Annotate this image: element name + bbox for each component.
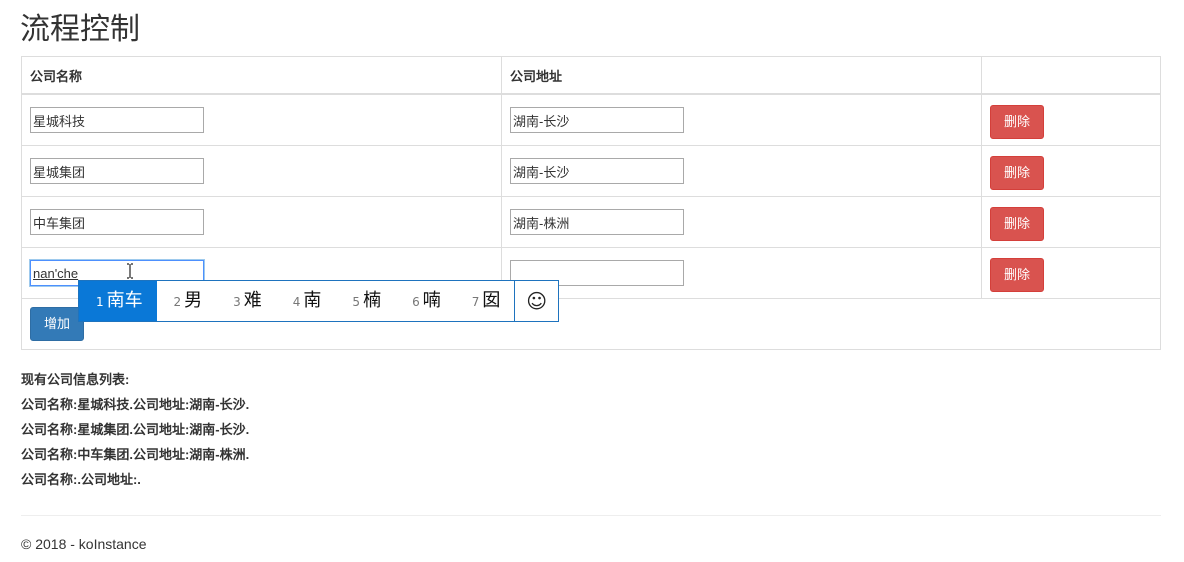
ime-candidate[interactable]: 6喃 — [395, 281, 455, 321]
company-address-input[interactable] — [510, 158, 684, 184]
ime-candidate-bar: 1 南车 2男 3难 4南 5楠 6喃 7囡 ☺ — [78, 280, 559, 322]
company-address-input[interactable] — [510, 107, 684, 133]
emoji-icon[interactable]: ☺ — [514, 281, 558, 321]
footer-copyright: © 2018 - koInstance — [21, 536, 147, 552]
name-cell — [21, 196, 502, 248]
company-name-input[interactable] — [30, 209, 204, 235]
ime-candidate[interactable]: 2男 — [157, 281, 217, 321]
text-cursor-icon — [127, 263, 133, 279]
ime-candidate[interactable]: 4南 — [276, 281, 336, 321]
action-cell: 删除 — [981, 247, 1161, 299]
name-cell — [21, 93, 502, 146]
action-cell: 删除 — [981, 196, 1161, 248]
company-summary: 现有公司信息列表: 公司名称:星城科技.公司地址:湖南-长沙. 公司名称:星城集… — [21, 370, 249, 495]
ime-candidate[interactable]: 7囡 — [455, 281, 515, 321]
ime-candidate[interactable]: 1 南车 — [79, 281, 157, 321]
summary-line: 公司名称:.公司地址:. — [21, 472, 141, 487]
add-button[interactable]: 增加 — [30, 307, 84, 341]
summary-heading: 现有公司信息列表: — [21, 372, 130, 387]
header-company-name: 公司名称 — [21, 56, 502, 95]
delete-button[interactable]: 删除 — [990, 257, 1044, 292]
ime-candidate[interactable]: 3难 — [216, 281, 276, 321]
table-row: 删除 — [21, 93, 1161, 146]
page-title: 流程控制 — [20, 13, 140, 46]
action-cell: 删除 — [981, 145, 1161, 197]
table-row: 删除 — [21, 196, 1161, 248]
summary-line: 公司名称:星城科技.公司地址:湖南-长沙. — [21, 397, 250, 412]
summary-line: 公司名称:中车集团.公司地址:湖南-株洲. — [21, 447, 250, 462]
address-cell — [501, 93, 982, 146]
company-address-input[interactable] — [510, 209, 684, 235]
header-company-address: 公司地址 — [501, 56, 982, 95]
action-cell: 删除 — [981, 93, 1161, 146]
summary-line: 公司名称:星城集团.公司地址:湖南-长沙. — [21, 422, 250, 437]
address-cell — [501, 145, 982, 197]
ime-candidate[interactable]: 5楠 — [335, 281, 395, 321]
table-header-row: 公司名称 公司地址 — [21, 56, 1161, 95]
delete-button[interactable]: 删除 — [990, 155, 1044, 190]
table-row: 删除 — [21, 145, 1161, 197]
address-cell — [501, 247, 982, 299]
header-action — [981, 56, 1161, 95]
company-name-input[interactable] — [30, 158, 204, 184]
address-cell — [501, 196, 982, 248]
delete-button[interactable]: 删除 — [990, 104, 1044, 139]
delete-button[interactable]: 删除 — [990, 206, 1044, 241]
name-cell — [21, 145, 502, 197]
company-name-input[interactable] — [30, 107, 204, 133]
footer-divider — [21, 515, 1161, 516]
